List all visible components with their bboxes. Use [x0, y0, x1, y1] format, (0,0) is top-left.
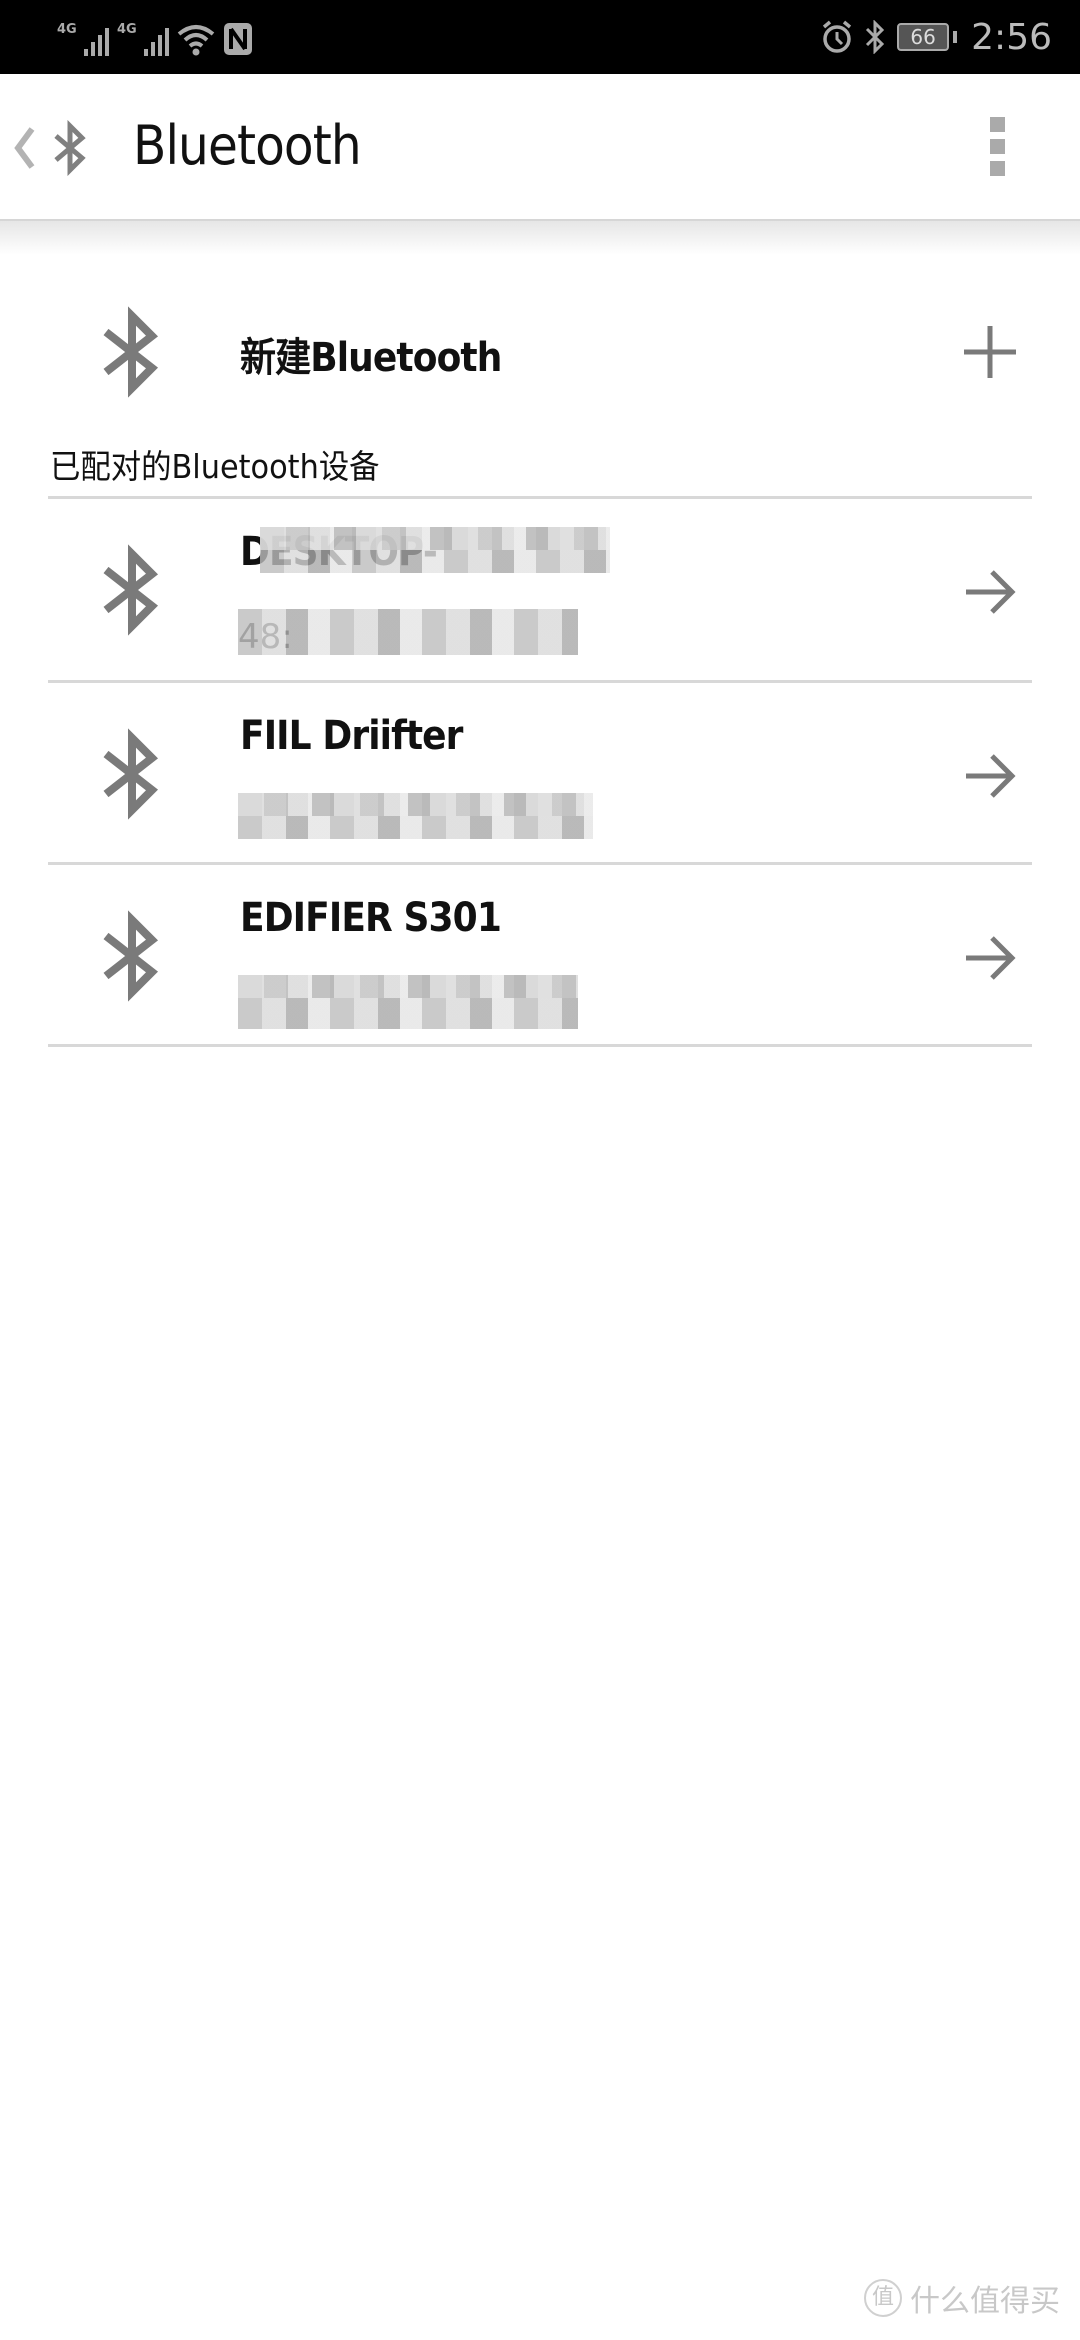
device-name: EDIFIER S301 [240, 895, 502, 941]
bluetooth-icon [103, 728, 159, 820]
redacted-mosaic [238, 975, 578, 1029]
app-bar-shadow [0, 221, 1080, 255]
paired-devices-header: 已配对的Bluetooth设备 [50, 447, 380, 486]
paired-device-row[interactable]: DESKTOP- 48: [0, 499, 1080, 682]
plus-icon[interactable] [962, 324, 1018, 380]
redacted-mosaic [238, 793, 593, 839]
redacted-mosaic [260, 527, 610, 573]
arrow-right-icon[interactable] [962, 564, 1018, 620]
device-address [238, 793, 598, 839]
watermark: 值 什么值得买 [864, 2276, 1060, 2320]
watermark-badge: 值 [864, 2279, 902, 2317]
clock: 2:56 [971, 16, 1052, 58]
signal-icon: 4G [117, 22, 169, 56]
watermark-text: 什么值得买 [910, 2284, 1060, 2319]
paired-device-row[interactable]: EDIFIER S301 [0, 865, 1080, 1048]
arrow-right-icon[interactable] [962, 930, 1018, 986]
more-options-button[interactable] [985, 117, 1009, 181]
new-bluetooth-label: 新建Bluetooth [240, 335, 502, 381]
app-bar: Bluetooth [0, 74, 1080, 221]
paired-device-row[interactable]: FIIL Driifter [0, 683, 1080, 866]
divider [48, 1044, 1032, 1047]
status-bar: 4G 4G 66 2:56 [0, 0, 1080, 74]
back-chevron-icon[interactable] [12, 125, 36, 171]
network-type-label: 4G [57, 22, 77, 37]
arrow-right-icon[interactable] [962, 748, 1018, 804]
bluetooth-icon [54, 120, 86, 176]
page-title: Bluetooth [133, 114, 362, 177]
device-name: FIIL Driifter [240, 713, 463, 759]
signal-icon: 4G [57, 22, 109, 56]
network-type-label: 4G [117, 22, 137, 37]
nfc-icon [224, 23, 252, 55]
device-address [238, 975, 598, 1029]
alarm-icon [823, 20, 852, 53]
bluetooth-icon [866, 20, 885, 54]
device-address: 48: [238, 609, 598, 657]
bluetooth-icon [103, 910, 159, 1002]
bluetooth-icon [103, 306, 159, 398]
wifi-icon [177, 25, 215, 56]
redacted-mosaic [238, 609, 578, 655]
more-vert-icon [989, 117, 1005, 132]
new-bluetooth-row[interactable]: 新建Bluetooth [0, 270, 1080, 440]
bluetooth-icon [103, 544, 159, 636]
battery-indicator: 66 [897, 23, 958, 51]
